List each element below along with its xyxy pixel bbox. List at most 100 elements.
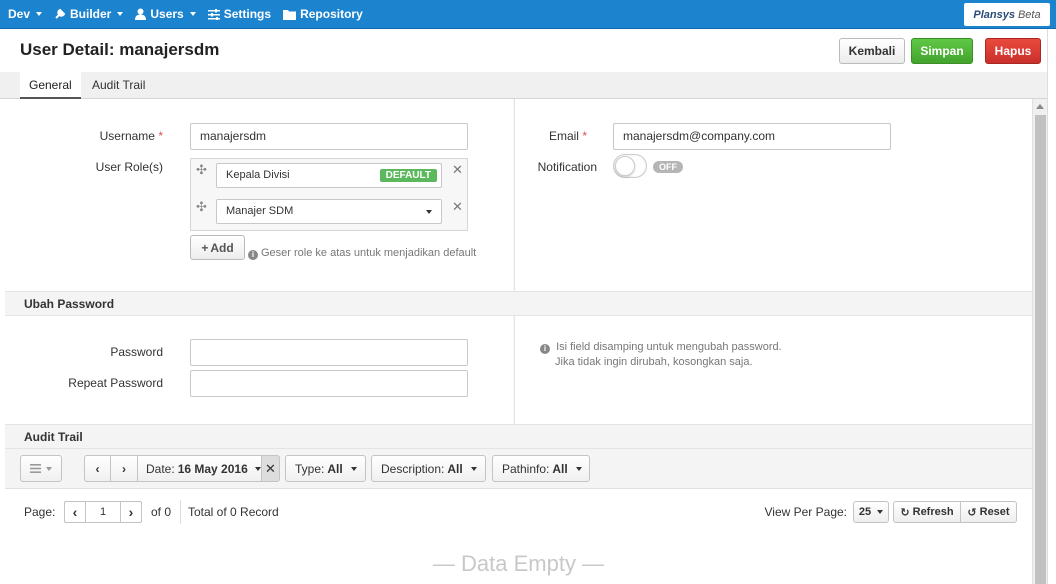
role-name: Manajer SDM [226, 205, 294, 217]
vertical-scrollbar[interactable] [1032, 99, 1047, 584]
folder-icon [283, 9, 297, 20]
per-page-value: 25 [858, 506, 872, 518]
nav-builder[interactable]: Builder [54, 7, 124, 21]
info-icon: i [248, 250, 258, 260]
nav-repository[interactable]: Repository [283, 7, 363, 21]
repeat-password-field[interactable] [190, 370, 468, 397]
reset-button[interactable]: ↺ Reset [960, 501, 1017, 523]
chevron-right-icon: › [128, 504, 134, 520]
email-label-text: Email [548, 129, 579, 143]
plus-icon: + [201, 240, 209, 255]
nav-builder-label: Builder [70, 7, 112, 21]
date-prev-button[interactable]: ‹ [84, 455, 111, 482]
type-filter-value: All [327, 461, 343, 476]
chevron-down-icon [426, 210, 432, 214]
audit-section-header: Audit Trail [5, 424, 1032, 449]
delete-button[interactable]: Hapus [985, 38, 1041, 64]
required-marker: * [158, 129, 163, 143]
scroll-up-icon[interactable] [1036, 104, 1044, 109]
chevron-down-icon [189, 12, 196, 16]
password-section-header: Ubah Password [5, 291, 1032, 316]
date-filter-dropdown[interactable]: Date: 16 May 2016 [137, 455, 262, 482]
username-label: Username * [65, 129, 163, 143]
notification-label: Notification [537, 160, 597, 174]
close-icon: ✕ [265, 460, 276, 476]
brand-suffix: Beta [1017, 8, 1041, 21]
pathinfo-filter-dropdown[interactable]: Pathinfo: All [492, 455, 590, 482]
pathinfo-filter-label: Pathinfo: [502, 461, 550, 476]
sliders-icon [207, 8, 220, 20]
nav-dev-label: Dev [8, 7, 31, 21]
date-clear-button[interactable]: ✕ [261, 455, 280, 482]
view-per-page-label: View Per Page: [764, 505, 848, 519]
per-page-dropdown[interactable]: 25 [853, 501, 889, 523]
column-menu-button[interactable] [20, 455, 62, 482]
roles-label: User Role(s) [95, 160, 163, 174]
info-icon: i [540, 344, 550, 354]
window-edge [1047, 29, 1056, 584]
description-filter-label: Description: [381, 461, 445, 476]
toggle-knob [615, 156, 635, 176]
description-filter-dropdown[interactable]: Description: All [371, 455, 486, 482]
chevron-left-icon: ‹ [95, 461, 100, 476]
reset-icon: ↺ [967, 506, 977, 519]
remove-role-icon[interactable]: ✕ [452, 162, 463, 178]
add-role-button[interactable]: + Add [190, 235, 245, 260]
menu-icon [30, 464, 41, 473]
save-button[interactable]: Simpan [911, 38, 973, 64]
username-label-text: Username [99, 129, 155, 143]
notification-toggle[interactable] [613, 154, 647, 178]
password-hint-line1: Isi field disamping untuk mengubah passw… [556, 341, 782, 353]
username-field[interactable]: manajersdm [190, 123, 468, 150]
refresh-button[interactable]: ↻ Refresh [893, 501, 961, 523]
chevron-down-icon [350, 466, 357, 471]
password-field[interactable] [190, 339, 468, 366]
nav-dev[interactable]: Dev [8, 7, 43, 21]
drag-handle-icon[interactable]: ✣ [196, 162, 207, 178]
pagination-divider [180, 500, 181, 524]
reset-label: Reset [979, 506, 1010, 518]
chevron-down-icon [46, 466, 52, 471]
chevron-down-icon [117, 12, 124, 16]
role-item[interactable]: Kepala Divisi DEFAULT [216, 163, 442, 188]
wrench-icon [55, 8, 66, 19]
brand-name: Plansys [973, 8, 1015, 21]
chevron-left-icon: ‹ [72, 504, 78, 520]
top-navbar: Dev Builder Users Settings Repository Pl… [0, 0, 1056, 29]
chevron-down-icon [575, 466, 582, 471]
password-hint-line2: Jika tidak ingin dirubah, kosongkan saja… [555, 356, 753, 368]
refresh-label: Refresh [912, 506, 954, 518]
pathinfo-filter-value: All [552, 461, 568, 476]
chevron-right-icon: › [122, 461, 126, 476]
tab-general[interactable]: General [20, 72, 81, 99]
roles-hint-text: Geser role ke atas untuk menjadikan defa… [261, 247, 477, 259]
role-name: Kepala Divisi [226, 169, 290, 181]
chevron-down-icon [877, 510, 884, 514]
page-prev-button[interactable]: ‹ [64, 501, 86, 523]
main-content: Username * manajersdm User Role(s) ✣ Kep… [5, 99, 1032, 584]
page-next-button[interactable]: › [120, 501, 142, 523]
nav-repository-label: Repository [300, 7, 363, 21]
nav-users[interactable]: Users [135, 7, 196, 21]
roles-list: ✣ Kepala Divisi DEFAULT ✕ ✣ Manajer SDM … [190, 158, 468, 231]
default-badge: DEFAULT [379, 169, 437, 182]
scrollbar-thumb[interactable] [1035, 115, 1046, 584]
page-number-input[interactable]: 1 [85, 501, 121, 523]
nav-settings-label: Settings [223, 7, 272, 21]
type-filter-dropdown[interactable]: Type: All [285, 455, 366, 482]
back-button[interactable]: Kembali [839, 38, 905, 64]
repeat-password-label: Repeat Password [68, 376, 163, 390]
toggle-state-badge: OFF [653, 161, 683, 173]
roles-hint: i Geser role ke atas untuk menjadikan def… [248, 247, 476, 260]
brand-logo: Plansys Beta [964, 3, 1050, 26]
tab-audit-trail[interactable]: Audit Trail [83, 72, 154, 99]
drag-handle-icon[interactable]: ✣ [196, 199, 207, 215]
date-next-button[interactable]: › [110, 455, 138, 482]
role-select[interactable]: Manajer SDM [216, 199, 442, 224]
chevron-down-icon [470, 466, 477, 471]
page-label: Page: [24, 505, 56, 519]
date-filter-label: Date: [146, 461, 175, 476]
nav-settings[interactable]: Settings [207, 7, 272, 21]
remove-role-icon[interactable]: ✕ [452, 199, 463, 215]
email-field[interactable]: manajersdm@company.com [613, 123, 891, 150]
